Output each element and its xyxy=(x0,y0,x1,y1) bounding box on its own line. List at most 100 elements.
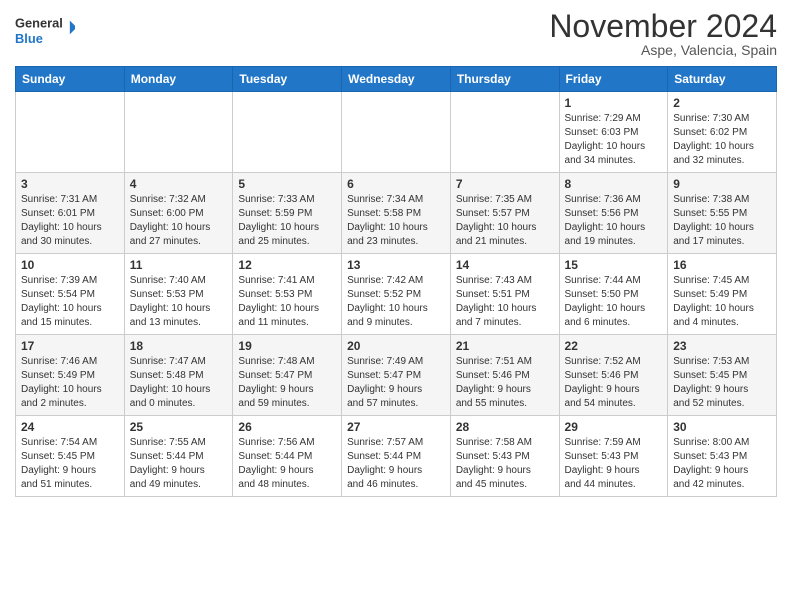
day-info: Sunrise: 7:45 AM Sunset: 5:49 PM Dayligh… xyxy=(673,274,771,330)
day-number: 12 xyxy=(238,258,336,272)
day-number: 19 xyxy=(238,339,336,353)
day-number: 22 xyxy=(565,339,663,353)
day-info: Sunrise: 7:34 AM Sunset: 5:58 PM Dayligh… xyxy=(347,193,445,249)
calendar-cell-r5c4: 27 Sunrise: 7:57 AM Sunset: 5:44 PM Dayli… xyxy=(342,416,451,497)
day-number: 3 xyxy=(21,177,119,191)
calendar-cell-r2c4: 6 Sunrise: 7:34 AM Sunset: 5:58 PM Daylig… xyxy=(342,173,451,254)
day-number: 17 xyxy=(21,339,119,353)
calendar-row-4: 17Sunrise: 7:46 AM Sunset: 5:49 PM Dayli… xyxy=(16,335,777,416)
day-number: 6 xyxy=(347,177,445,191)
day-info: Sunrise: 7:36 AM Sunset: 5:56 PM Dayligh… xyxy=(565,193,663,249)
day-info: Sunrise: 7:43 AM Sunset: 5:51 PM Dayligh… xyxy=(456,274,554,330)
calendar-cell-r5c6: 29 Sunrise: 7:59 AM Sunset: 5:43 PM Dayli… xyxy=(559,416,668,497)
day-info: Sunrise: 7:38 AM Sunset: 5:55 PM Dayligh… xyxy=(673,193,771,249)
header: General Blue November 2024 Aspe, Valenci… xyxy=(15,10,777,58)
calendar-cell-r1c3 xyxy=(233,92,342,173)
calendar-cell-r1c1 xyxy=(16,92,125,173)
calendar-cell-r3c4: 13Sunrise: 7:42 AM Sunset: 5:52 PM Dayli… xyxy=(342,254,451,335)
calendar-row-5: 24 Sunrise: 7:54 AM Sunset: 5:45 PM Dayli… xyxy=(16,416,777,497)
calendar-cell-r4c6: 22Sunrise: 7:52 AM Sunset: 5:46 PM Dayli… xyxy=(559,335,668,416)
calendar-cell-r1c6: 1 Sunrise: 7:29 AM Sunset: 6:03 PM Daylig… xyxy=(559,92,668,173)
location: Aspe, Valencia, Spain xyxy=(549,42,777,58)
day-number: 24 xyxy=(21,420,119,434)
day-info: Sunrise: 7:59 AM Sunset: 5:43 PM Dayligh… xyxy=(565,436,663,492)
calendar-cell-r1c4 xyxy=(342,92,451,173)
calendar-cell-r4c1: 17Sunrise: 7:46 AM Sunset: 5:49 PM Dayli… xyxy=(16,335,125,416)
day-number: 25 xyxy=(130,420,228,434)
weekday-header-row: Sunday Monday Tuesday Wednesday Thursday… xyxy=(16,67,777,92)
day-number: 28 xyxy=(456,420,554,434)
day-number: 23 xyxy=(673,339,771,353)
header-sunday: Sunday xyxy=(16,67,125,92)
day-info: Sunrise: 7:35 AM Sunset: 5:57 PM Dayligh… xyxy=(456,193,554,249)
day-info: Sunrise: 7:29 AM Sunset: 6:03 PM Dayligh… xyxy=(565,112,663,168)
day-info: Sunrise: 7:48 AM Sunset: 5:47 PM Dayligh… xyxy=(238,355,336,411)
calendar-cell-r3c7: 16 Sunrise: 7:45 AM Sunset: 5:49 PM Dayli… xyxy=(668,254,777,335)
calendar-cell-r5c5: 28 Sunrise: 7:58 AM Sunset: 5:43 PM Dayli… xyxy=(450,416,559,497)
day-info: Sunrise: 7:32 AM Sunset: 6:00 PM Dayligh… xyxy=(130,193,228,249)
day-number: 29 xyxy=(565,420,663,434)
day-info: Sunrise: 7:39 AM Sunset: 5:54 PM Dayligh… xyxy=(21,274,119,330)
page: General Blue November 2024 Aspe, Valenci… xyxy=(0,0,792,512)
calendar-cell-r4c2: 18 Sunrise: 7:47 AM Sunset: 5:48 PM Dayli… xyxy=(124,335,233,416)
svg-text:Blue: Blue xyxy=(15,31,43,46)
header-monday: Monday xyxy=(124,67,233,92)
day-info: Sunrise: 7:58 AM Sunset: 5:43 PM Dayligh… xyxy=(456,436,554,492)
day-info: Sunrise: 7:57 AM Sunset: 5:44 PM Dayligh… xyxy=(347,436,445,492)
day-info: Sunrise: 7:54 AM Sunset: 5:45 PM Dayligh… xyxy=(21,436,119,492)
calendar-cell-r4c4: 20 Sunrise: 7:49 AM Sunset: 5:47 PM Dayli… xyxy=(342,335,451,416)
day-number: 7 xyxy=(456,177,554,191)
day-info: Sunrise: 8:00 AM Sunset: 5:43 PM Dayligh… xyxy=(673,436,771,492)
day-info: Sunrise: 7:55 AM Sunset: 5:44 PM Dayligh… xyxy=(130,436,228,492)
calendar-cell-r5c7: 30 Sunrise: 8:00 AM Sunset: 5:43 PM Dayli… xyxy=(668,416,777,497)
day-number: 20 xyxy=(347,339,445,353)
day-number: 16 xyxy=(673,258,771,272)
month-title: November 2024 xyxy=(549,10,777,42)
day-number: 4 xyxy=(130,177,228,191)
day-info: Sunrise: 7:31 AM Sunset: 6:01 PM Dayligh… xyxy=(21,193,119,249)
day-info: Sunrise: 7:33 AM Sunset: 5:59 PM Dayligh… xyxy=(238,193,336,249)
day-number: 11 xyxy=(130,258,228,272)
day-number: 27 xyxy=(347,420,445,434)
day-info: Sunrise: 7:51 AM Sunset: 5:46 PM Dayligh… xyxy=(456,355,554,411)
calendar-cell-r2c7: 9Sunrise: 7:38 AM Sunset: 5:55 PM Daylig… xyxy=(668,173,777,254)
header-saturday: Saturday xyxy=(668,67,777,92)
calendar-cell-r2c5: 7 Sunrise: 7:35 AM Sunset: 5:57 PM Daylig… xyxy=(450,173,559,254)
svg-text:General: General xyxy=(15,15,63,30)
calendar-cell-r5c3: 26Sunrise: 7:56 AM Sunset: 5:44 PM Dayli… xyxy=(233,416,342,497)
day-number: 21 xyxy=(456,339,554,353)
calendar-cell-r3c1: 10 Sunrise: 7:39 AM Sunset: 5:54 PM Dayli… xyxy=(16,254,125,335)
calendar-cell-r1c2 xyxy=(124,92,233,173)
day-number: 18 xyxy=(130,339,228,353)
calendar-cell-r1c5 xyxy=(450,92,559,173)
day-info: Sunrise: 7:47 AM Sunset: 5:48 PM Dayligh… xyxy=(130,355,228,411)
calendar-cell-r4c5: 21 Sunrise: 7:51 AM Sunset: 5:46 PM Dayli… xyxy=(450,335,559,416)
day-number: 1 xyxy=(565,96,663,110)
day-info: Sunrise: 7:49 AM Sunset: 5:47 PM Dayligh… xyxy=(347,355,445,411)
calendar-cell-r3c6: 15 Sunrise: 7:44 AM Sunset: 5:50 PM Dayli… xyxy=(559,254,668,335)
calendar-row-2: 3 Sunrise: 7:31 AM Sunset: 6:01 PM Daylig… xyxy=(16,173,777,254)
day-number: 30 xyxy=(673,420,771,434)
logo-svg: General Blue xyxy=(15,10,75,50)
day-number: 2 xyxy=(673,96,771,110)
calendar-cell-r2c3: 5Sunrise: 7:33 AM Sunset: 5:59 PM Daylig… xyxy=(233,173,342,254)
calendar-cell-r2c1: 3 Sunrise: 7:31 AM Sunset: 6:01 PM Daylig… xyxy=(16,173,125,254)
header-tuesday: Tuesday xyxy=(233,67,342,92)
calendar-cell-r2c2: 4 Sunrise: 7:32 AM Sunset: 6:00 PM Daylig… xyxy=(124,173,233,254)
header-thursday: Thursday xyxy=(450,67,559,92)
logo: General Blue xyxy=(15,10,75,50)
day-number: 15 xyxy=(565,258,663,272)
calendar-cell-r4c3: 19 Sunrise: 7:48 AM Sunset: 5:47 PM Dayli… xyxy=(233,335,342,416)
day-info: Sunrise: 7:42 AM Sunset: 5:52 PM Dayligh… xyxy=(347,274,445,330)
day-info: Sunrise: 7:56 AM Sunset: 5:44 PM Dayligh… xyxy=(238,436,336,492)
day-number: 10 xyxy=(21,258,119,272)
header-friday: Friday xyxy=(559,67,668,92)
day-number: 8 xyxy=(565,177,663,191)
day-info: Sunrise: 7:41 AM Sunset: 5:53 PM Dayligh… xyxy=(238,274,336,330)
calendar-row-1: 1 Sunrise: 7:29 AM Sunset: 6:03 PM Daylig… xyxy=(16,92,777,173)
calendar-cell-r5c2: 25 Sunrise: 7:55 AM Sunset: 5:44 PM Dayli… xyxy=(124,416,233,497)
calendar-cell-r5c1: 24 Sunrise: 7:54 AM Sunset: 5:45 PM Dayli… xyxy=(16,416,125,497)
day-info: Sunrise: 7:44 AM Sunset: 5:50 PM Dayligh… xyxy=(565,274,663,330)
calendar-cell-r4c7: 23Sunrise: 7:53 AM Sunset: 5:45 PM Dayli… xyxy=(668,335,777,416)
header-wednesday: Wednesday xyxy=(342,67,451,92)
